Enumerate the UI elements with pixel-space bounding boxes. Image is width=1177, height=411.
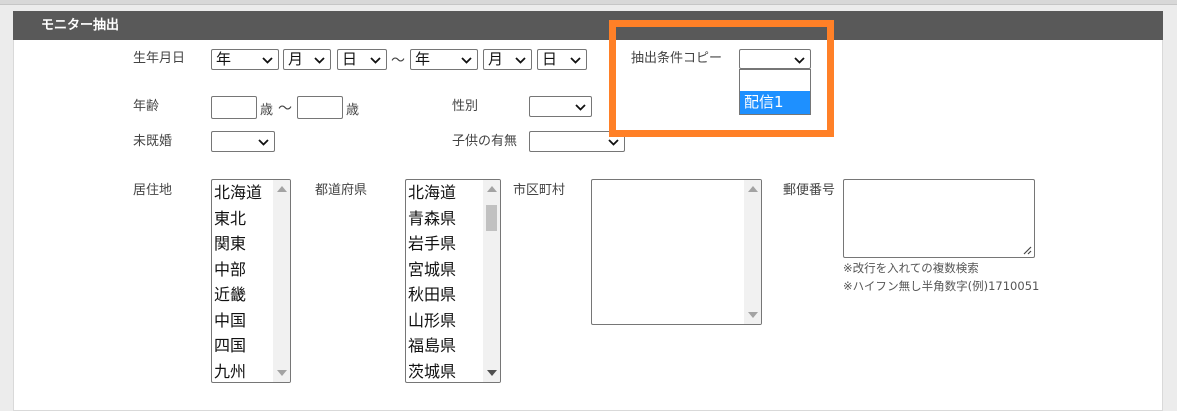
birthdate-separator: ～ [391,53,405,69]
postal-note-multiline: ※改行を入れての複数検索 [843,261,979,275]
panel-title: モニター抽出 [13,11,1163,40]
chevron-down-icon [370,57,381,64]
chevron-down-icon [575,104,586,111]
chevron-down-icon [314,57,325,64]
highlight-annotation-box [609,20,834,137]
birth-to-day-value: 日 [542,50,558,68]
age-from-unit: 歳 [260,103,274,118]
marital-label: 未既婚 [133,134,173,149]
prefecture-listbox[interactable]: 北海道 青森県 岩手県 宮城県 秋田県 山形県 福島県 茨城県 [405,179,501,383]
gender-select[interactable] [529,96,592,117]
top-border [0,0,1177,5]
birth-to-day-select[interactable]: 日 [537,49,587,70]
chevron-down-icon [258,139,269,146]
postal-textarea[interactable] [843,179,1035,258]
chevron-down-icon [515,57,526,64]
birth-to-year-select[interactable]: 年 [410,49,478,70]
gender-label: 性別 [452,99,479,114]
scroll-down-icon[interactable] [748,312,758,318]
children-label: 子供の有無 [452,134,518,149]
city-label: 市区町村 [513,183,566,198]
birth-from-month-select[interactable]: 月 [283,49,331,70]
chevron-down-icon [570,57,581,64]
residence-listbox[interactable]: 北海道 東北 関東 中部 近畿 中国 四国 九州 [211,179,291,383]
birth-from-month-value: 月 [288,50,304,68]
scroll-down-icon[interactable] [487,370,497,376]
city-scrollbar[interactable] [744,180,761,324]
birth-from-day-value: 日 [342,50,358,68]
scroll-up-icon[interactable] [748,186,758,192]
chevron-down-icon [262,57,273,64]
age-from-input[interactable] [211,96,257,119]
birth-from-day-select[interactable]: 日 [337,49,387,70]
residence-label: 居住地 [133,183,173,198]
age-label: 年齢 [133,99,160,114]
scroll-up-icon[interactable] [487,186,497,192]
marital-select[interactable] [211,131,275,152]
birthdate-label: 生年月日 [133,51,186,66]
scroll-thumb[interactable] [486,205,497,231]
scroll-up-icon[interactable] [277,186,287,192]
birth-to-year-value: 年 [415,50,431,68]
birth-from-year-value: 年 [216,50,232,68]
age-separator: ～ [278,101,292,117]
chevron-down-icon [608,139,619,146]
resize-grip-icon[interactable] [1022,245,1032,255]
birth-to-month-value: 月 [488,50,504,68]
residence-scrollbar[interactable] [273,180,290,382]
chevron-down-icon [461,57,472,64]
prefecture-label: 都道府県 [315,183,368,198]
scroll-down-icon[interactable] [277,370,287,376]
age-to-unit: 歳 [346,103,360,118]
postal-note-format: ※ハイフン無し半角数字(例)1710051 [843,279,1040,293]
birth-from-year-select[interactable]: 年 [211,49,279,70]
age-to-input[interactable] [297,96,343,119]
birth-to-month-select[interactable]: 月 [483,49,532,70]
city-listbox[interactable] [591,179,762,325]
postal-label: 郵便番号 [783,183,836,198]
prefecture-scrollbar[interactable] [483,180,500,382]
